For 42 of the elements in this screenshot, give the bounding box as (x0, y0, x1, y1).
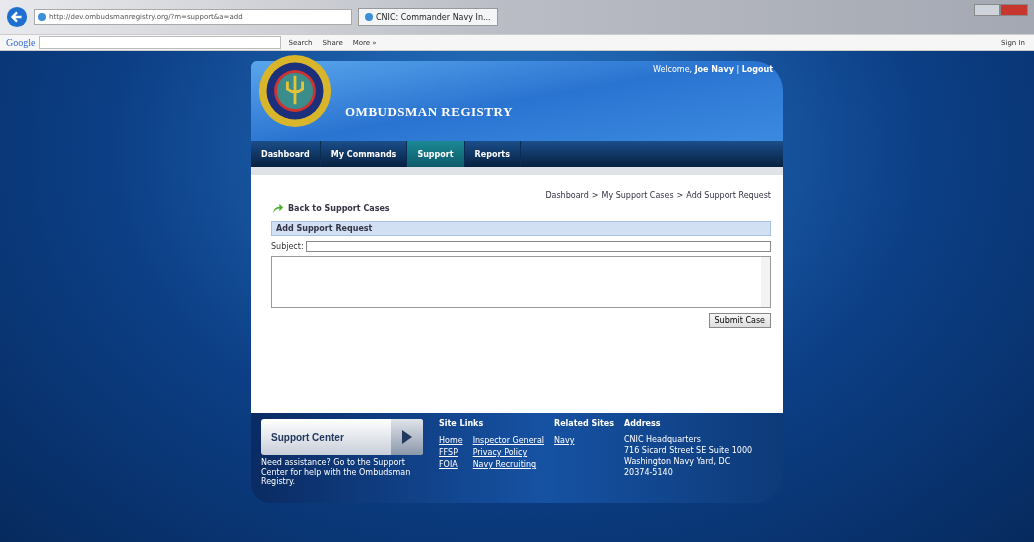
address-line: CNIC Headquarters (624, 436, 702, 444)
play-arrow-icon (402, 430, 412, 444)
support-description: Need assistance? Go to the Support Center for help with the Ombudsman Registry. (261, 458, 412, 487)
form-heading: Add Support Request (271, 221, 771, 236)
footer-link[interactable]: Navy Recruiting (472, 460, 544, 469)
address-line: Washington Navy Yard, DC (624, 458, 732, 466)
back-link[interactable]: Back to Support Cases (288, 204, 390, 213)
breadcrumb-link[interactable]: Dashboard (545, 191, 589, 200)
seal-emblem-icon (257, 53, 333, 129)
footer-link[interactable]: Inspector General (472, 436, 544, 445)
footer-link[interactable]: FOIA (439, 460, 463, 469)
welcome-text: Welcome, Joe Navy | (652, 65, 740, 74)
address-line: 716 Sicard Street SE Suite 1000 (624, 447, 753, 455)
footer-link[interactable]: Privacy Policy (472, 448, 544, 457)
google-logo: Google (6, 37, 36, 48)
column-heading: Address (624, 419, 662, 428)
curved-arrow-icon (271, 202, 284, 215)
support-center-button[interactable]: Support Center (261, 419, 423, 455)
site-title: OMBUDSMAN REGISTRY (345, 104, 513, 120)
breadcrumb-separator: > (676, 191, 684, 200)
browser-tab[interactable]: CNIC: Commander Navy In... (358, 8, 498, 26)
column-heading: Site Links (439, 419, 485, 428)
logout-link[interactable]: Logout (741, 65, 773, 74)
minimize-button[interactable] (974, 4, 1000, 16)
close-button[interactable] (1000, 4, 1028, 16)
page-icon (365, 13, 373, 21)
footer-link[interactable]: FFSP (439, 448, 463, 457)
footer-link[interactable]: Navy (554, 436, 615, 445)
footer-link[interactable]: Home (439, 436, 463, 445)
breadcrumb-link[interactable]: Add Support Request (686, 191, 771, 200)
breadcrumb-separator: > (591, 191, 599, 200)
breadcrumb-link[interactable]: My Support Cases (601, 191, 674, 200)
nav-tab[interactable]: Support (407, 141, 465, 167)
subject-label: Subject: (271, 242, 304, 251)
page-icon (38, 13, 46, 21)
message-field[interactable] (271, 256, 771, 308)
subject-field[interactable] (305, 241, 771, 252)
column-heading: Related Sites (554, 419, 615, 428)
submit-button[interactable]: Submit Case (708, 313, 771, 328)
scrollbar (761, 257, 770, 307)
search-field[interactable] (39, 36, 282, 49)
address-line: 20374-5140 (624, 469, 674, 477)
